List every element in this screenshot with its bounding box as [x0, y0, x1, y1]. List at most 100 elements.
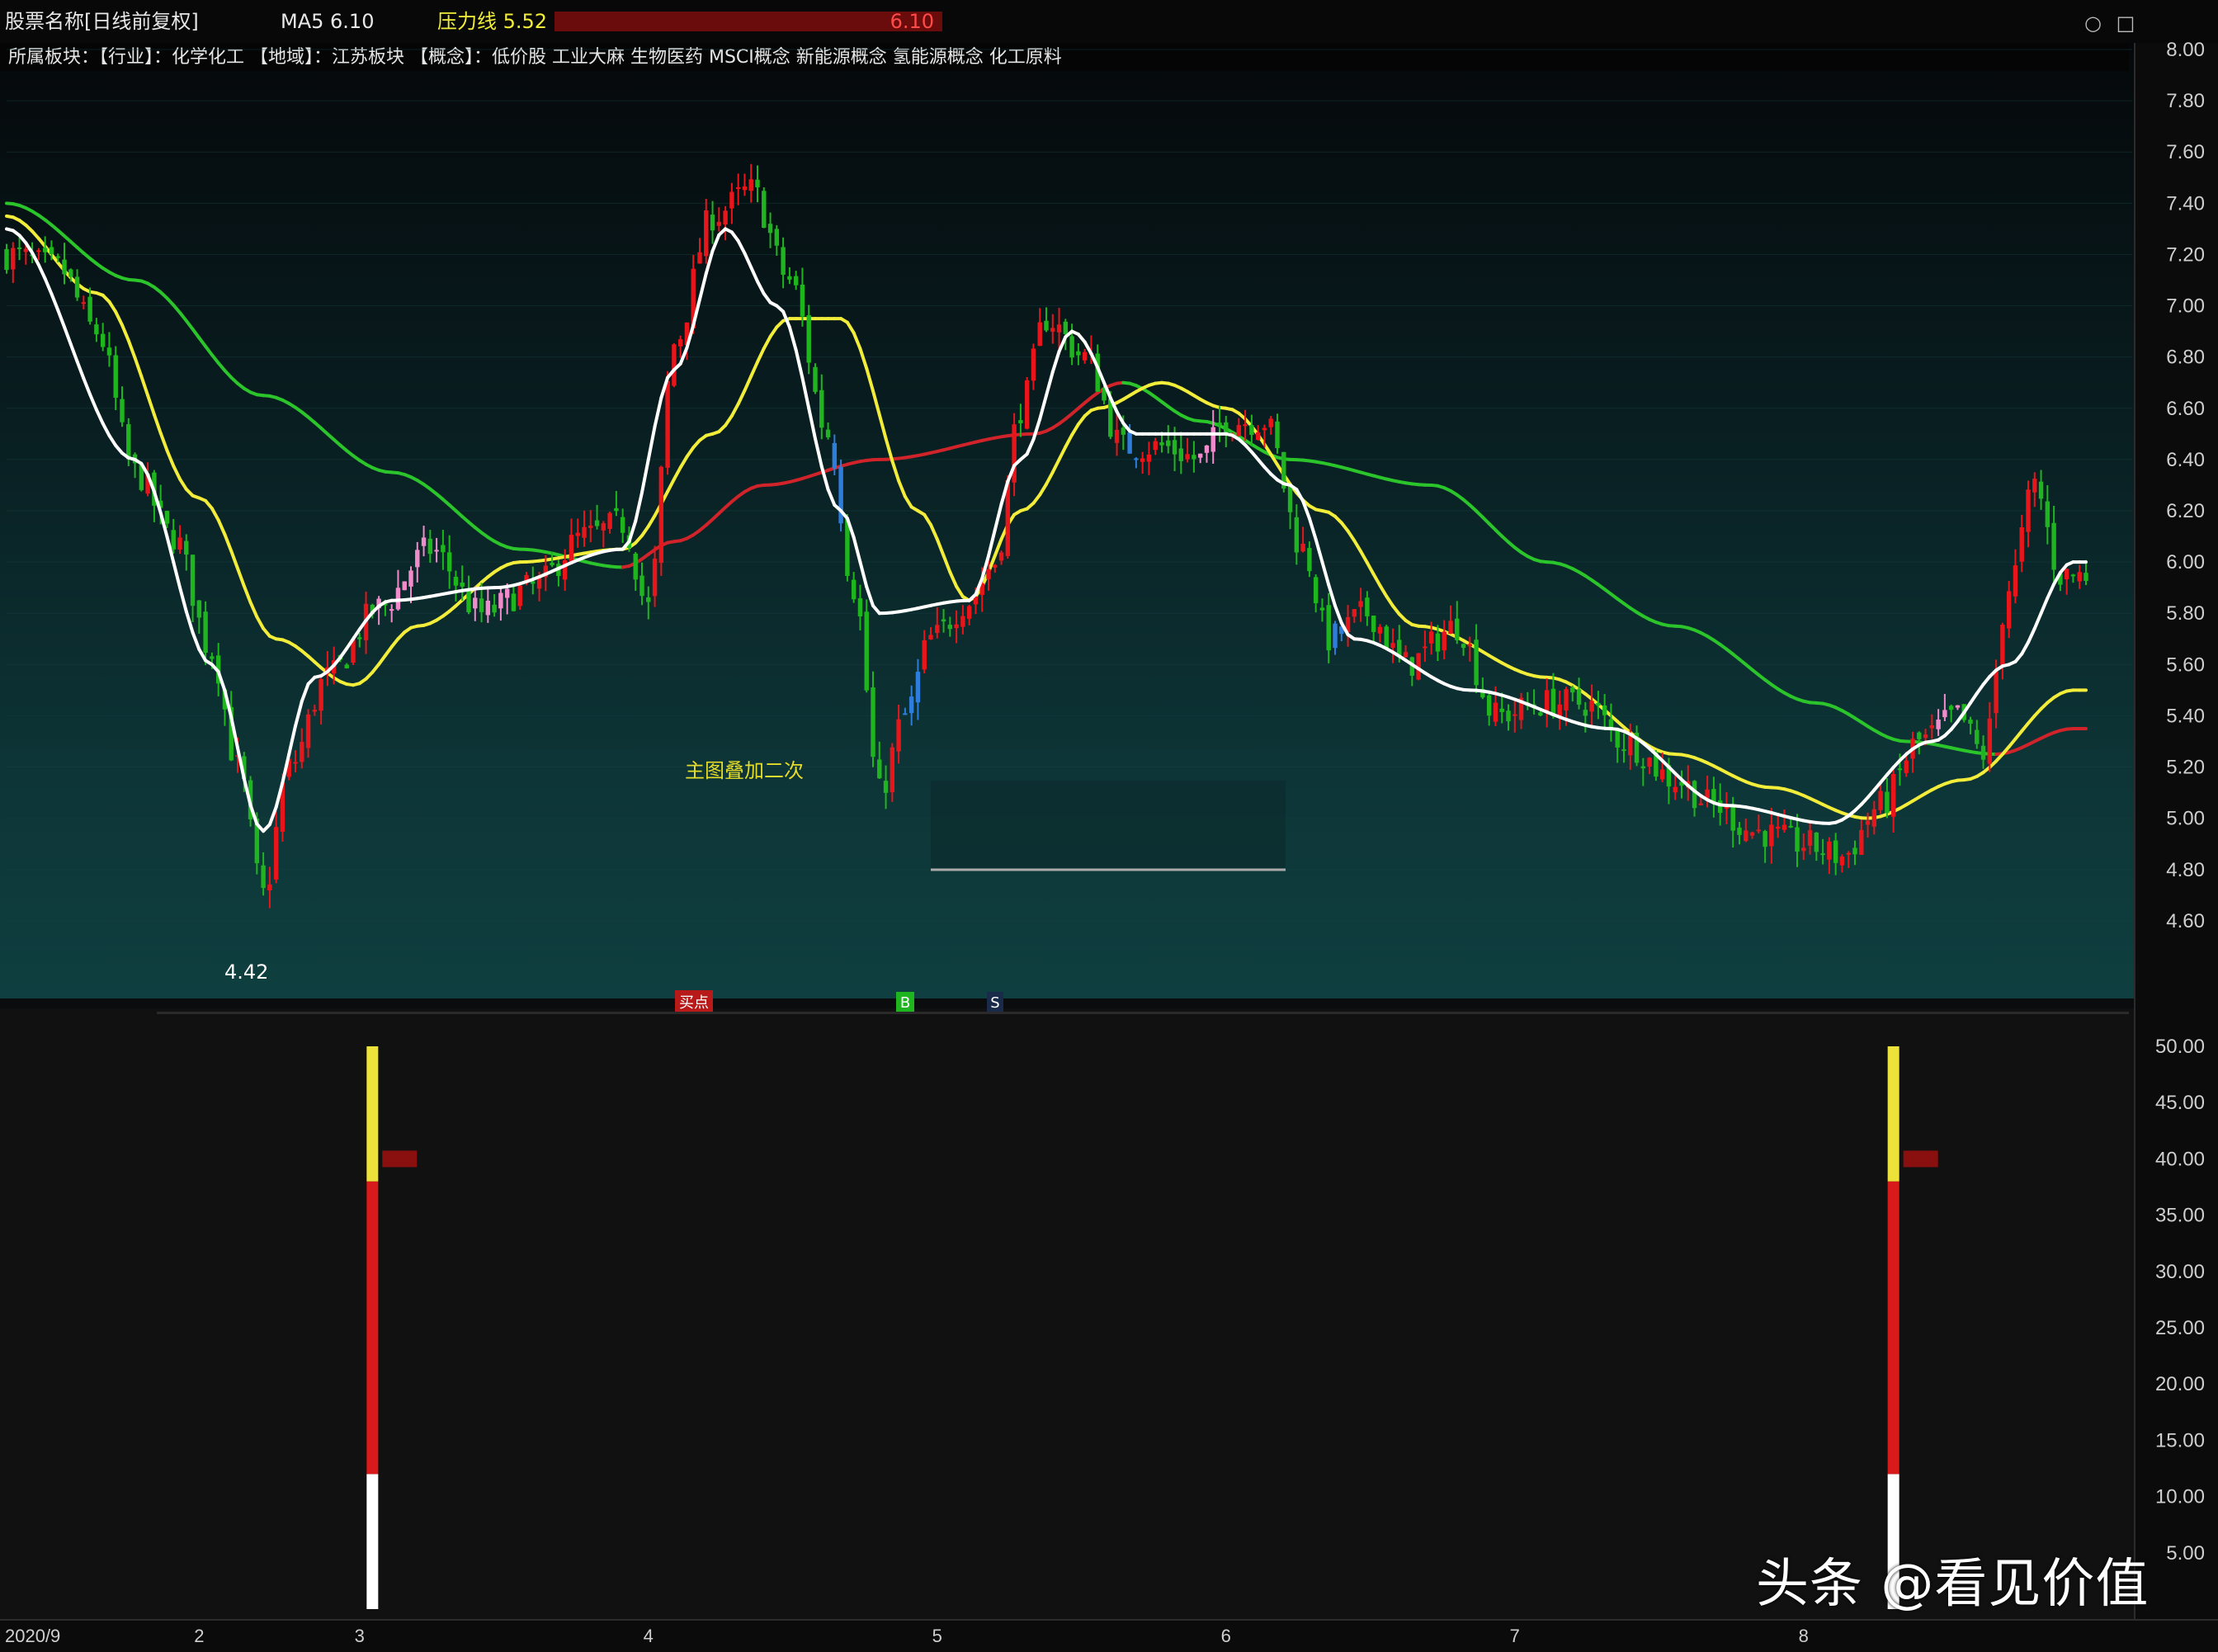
ma-short-segment [58, 310, 64, 327]
ma-mid-segment [642, 526, 649, 536]
candle-body [2032, 479, 2036, 493]
candle-body [569, 535, 573, 564]
price-tick-label: 6.20 [2166, 500, 2205, 522]
candle-body [1397, 640, 1401, 655]
price-tick-label: 5.00 [2166, 808, 2205, 830]
candle-body [1744, 830, 1748, 841]
ma-mid-segment [880, 415, 886, 439]
candle-body [2020, 527, 2024, 562]
ma-short-segment [751, 267, 757, 281]
ma-short-segment [1085, 342, 1092, 354]
candle-body [2084, 573, 2088, 581]
indicator-bar-segment [366, 1182, 378, 1475]
candle-body [36, 250, 40, 252]
ma-short-segment [173, 562, 180, 588]
ma-short-segment [186, 611, 193, 633]
candle-body [723, 210, 727, 224]
candle-body [1647, 758, 1651, 767]
ma-short-segment [815, 439, 822, 467]
window-controls[interactable]: ○ □ [2076, 12, 2135, 35]
ma-short-segment [802, 378, 809, 408]
candle-body [1692, 781, 1697, 808]
ma-short-segment [45, 279, 52, 294]
ma-mid-segment [937, 539, 944, 555]
candle-body [1551, 689, 1555, 716]
price-tick-label: 6.80 [2166, 347, 2205, 369]
candle-body [1506, 710, 1510, 721]
ma-mid-segment [161, 433, 168, 451]
candle-body [743, 186, 747, 190]
candle-body [1358, 601, 1362, 607]
candle-body [94, 324, 98, 334]
candle-body [454, 577, 458, 586]
candle-body [903, 713, 907, 715]
candle-body [1134, 458, 1138, 460]
candle-body [120, 399, 124, 422]
candle-body [473, 597, 477, 608]
ma-short-segment [103, 423, 110, 436]
candle-body [1192, 455, 1196, 459]
candle-body [1442, 631, 1446, 650]
date-axis-ticks: 2020/92345678 [5, 1626, 1809, 1646]
watermark: 头条 @看见价值 [1756, 1541, 2149, 1617]
candle-body [306, 715, 310, 748]
low-price-label: 4.42 [224, 961, 268, 984]
candle-body [396, 588, 400, 609]
ma-short-segment [39, 265, 45, 279]
ma5-indicator: MA5 6.10 [281, 10, 374, 33]
candle-body [1198, 454, 1202, 458]
candle-body [884, 781, 888, 793]
ma-mid-segment [732, 404, 739, 416]
ma-mid-segment [1354, 540, 1361, 551]
candle-body [1455, 619, 1459, 640]
ma-mid-segment [854, 333, 861, 348]
candle-body [537, 578, 541, 588]
candle-body [1602, 706, 1607, 715]
ma-short-segment [1027, 440, 1034, 455]
ma-mid-segment [924, 515, 931, 525]
candle-body [1737, 828, 1741, 835]
ma-mid-segment [231, 551, 238, 569]
ma-mid-segment [1065, 435, 1072, 447]
candle-body [1936, 720, 1940, 729]
candle-body [1968, 720, 1972, 724]
price-tick-label: 7.40 [2166, 192, 2205, 215]
candle-body [819, 390, 823, 427]
candle-body [1140, 459, 1144, 462]
candle-body [1763, 831, 1767, 847]
candle-body [1577, 689, 1581, 705]
ma-mid-segment [1046, 472, 1053, 484]
ma-short-segment [649, 427, 655, 460]
candle-body [1852, 847, 1857, 854]
ma-mid-segment [860, 348, 866, 368]
candle-body [191, 555, 195, 606]
ma-short-segment [295, 701, 302, 726]
ma-short-segment [989, 530, 995, 555]
candle-body [1371, 616, 1376, 632]
ma-mid-segment [251, 602, 257, 617]
candle-body [1314, 577, 1318, 603]
candle-body [755, 180, 759, 187]
ma-mid-segment [116, 312, 122, 325]
candle-body [1217, 422, 1221, 426]
candle-body [871, 687, 875, 757]
restore-icon[interactable]: ○ [2084, 12, 2102, 35]
candle-body [588, 526, 592, 528]
candle-body [1994, 671, 1998, 713]
ma-mid-segment [212, 508, 219, 520]
maximize-icon[interactable]: □ [2117, 12, 2135, 35]
price-tick-label: 7.20 [2166, 243, 2205, 266]
candle-body [729, 192, 734, 209]
candle-body [17, 248, 21, 249]
ma-short-segment [51, 294, 58, 310]
candle-body [1179, 449, 1183, 461]
candle-body [800, 285, 805, 317]
candle-body [2046, 502, 2050, 527]
candle-body [1487, 696, 1491, 716]
candle-body [781, 247, 785, 274]
date-tick-label: 2020/9 [5, 1626, 60, 1646]
ma-short-segment [2035, 613, 2041, 628]
candle-body [852, 580, 856, 600]
candle-body [1115, 430, 1119, 443]
candle-body [1872, 809, 1876, 827]
